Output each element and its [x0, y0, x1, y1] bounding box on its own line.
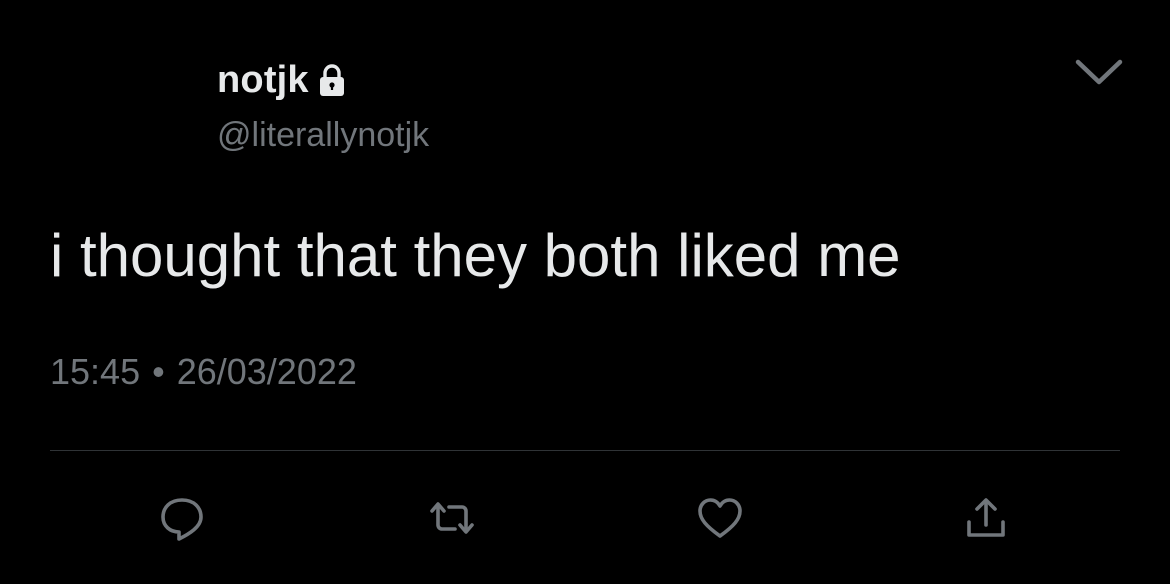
- lock-icon: [313, 61, 351, 99]
- reply-button[interactable]: [152, 490, 212, 550]
- share-button[interactable]: [956, 490, 1016, 550]
- comment-icon: [156, 492, 208, 549]
- heart-icon: [694, 492, 746, 549]
- tweet-card: notjk @literallynotjk i thought that the…: [0, 0, 1170, 584]
- retweet-button[interactable]: [422, 490, 482, 550]
- chevron-down-icon[interactable]: [1072, 54, 1126, 88]
- retweet-icon: [426, 492, 478, 549]
- tweet-time: 15:45: [50, 351, 141, 392]
- share-icon: [960, 492, 1012, 549]
- meta-separator: •: [152, 351, 165, 392]
- divider: [50, 450, 1120, 451]
- tweet-text: i thought that they both liked me: [50, 222, 901, 289]
- user-handle[interactable]: @literallynotjk: [217, 116, 429, 155]
- action-bar: [0, 490, 1170, 550]
- like-button[interactable]: [690, 490, 750, 550]
- author-name-row: notjk: [217, 58, 351, 102]
- tweet-date: 26/03/2022: [176, 351, 357, 392]
- tweet-timestamp[interactable]: 15:45 • 26/03/2022: [50, 351, 357, 393]
- avatar[interactable]: [50, 52, 180, 182]
- display-name[interactable]: notjk: [217, 59, 309, 102]
